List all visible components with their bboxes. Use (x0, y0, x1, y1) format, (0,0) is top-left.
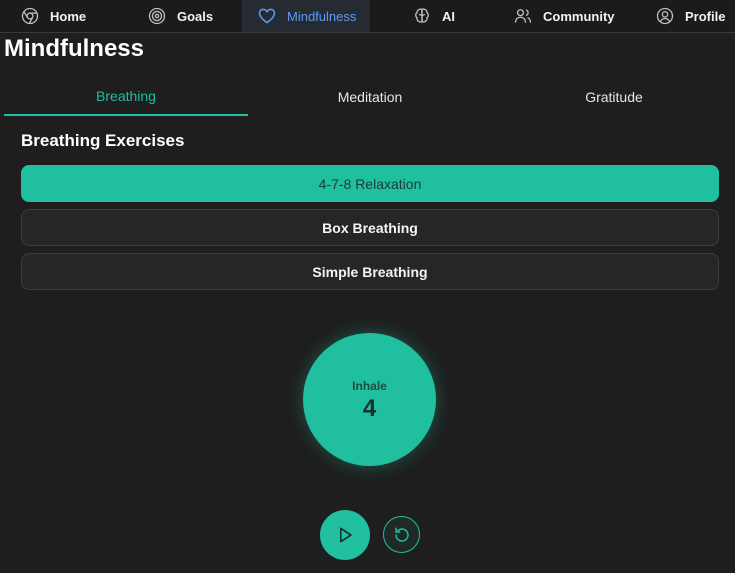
play-icon (340, 527, 352, 543)
nav-item-community[interactable]: Community (513, 0, 623, 32)
exercise-label: Box Breathing (322, 219, 418, 236)
exercise-option-simple-breathing[interactable]: Simple Breathing (21, 253, 719, 290)
nav-label-ai: AI (442, 8, 455, 24)
tab-label-gratitude: Gratitude (585, 89, 643, 105)
nav-label-profile: Profile (685, 8, 726, 24)
nav-label-community: Community (543, 8, 615, 24)
section-title: Breathing Exercises (21, 131, 185, 150)
top-nav: Home Goals Mindfulness AI Community Prof… (0, 0, 735, 33)
exercise-label: Simple Breathing (312, 263, 428, 280)
chrome-circle-icon (21, 7, 39, 25)
tab-meditation[interactable]: Meditation (248, 78, 492, 116)
play-button[interactable] (320, 510, 370, 560)
user-circle-icon (656, 7, 674, 25)
target-icon (148, 7, 166, 25)
nav-item-ai[interactable]: AI (412, 0, 472, 32)
tab-label-meditation: Meditation (337, 89, 403, 105)
exercise-label: 4-7-8 Relaxation (318, 175, 422, 192)
reset-button[interactable] (383, 516, 420, 553)
nav-label-mindfulness: Mindfulness (287, 8, 357, 24)
nav-item-profile[interactable]: Profile (655, 0, 735, 32)
heart-icon (258, 8, 276, 24)
tab-label-breathing: Breathing (96, 88, 156, 104)
nav-item-mindfulness[interactable]: Mindfulness (242, 0, 370, 32)
tab-breathing[interactable]: Breathing (4, 78, 248, 116)
breath-count: 4 (362, 394, 377, 422)
exercise-option-478-relaxation[interactable]: 4-7-8 Relaxation (21, 165, 719, 202)
breathing-circle: Inhale 4 (303, 333, 436, 466)
reset-icon (394, 527, 409, 542)
breath-phase: Inhale (352, 378, 387, 393)
nav-item-home[interactable]: Home (20, 0, 110, 32)
exercise-option-box-breathing[interactable]: Box Breathing (21, 209, 719, 246)
brain-icon (415, 8, 429, 23)
tab-gratitude[interactable]: Gratitude (492, 78, 735, 116)
users-icon (514, 9, 532, 23)
nav-item-goals[interactable]: Goals (147, 0, 227, 32)
nav-label-goals: Goals (177, 8, 214, 24)
nav-label-home: Home (50, 8, 87, 24)
page-title: Mindfulness (4, 35, 145, 62)
